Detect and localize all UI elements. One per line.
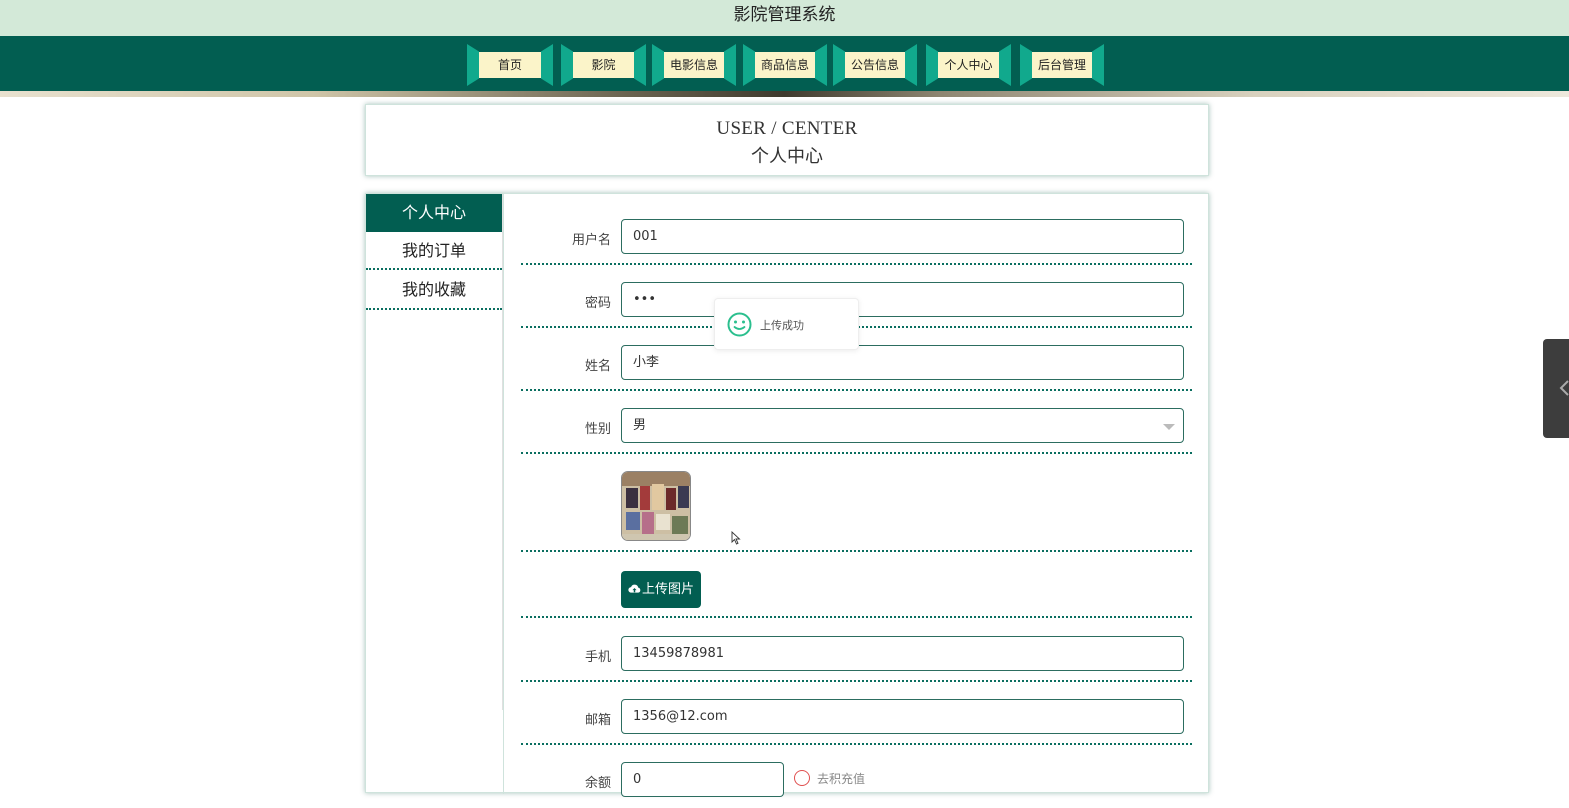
nav-item-movies[interactable]: 电影信息	[652, 44, 736, 86]
form-row-phone: 手机 13459878981	[521, 636, 1192, 682]
profile-form: 用户名 001 密码 ••• 姓名 小李 性别 男 上传图片 手机 134598…	[503, 194, 1210, 797]
nav-wing-left	[1020, 44, 1032, 86]
nav-item-label: 公告信息	[845, 52, 905, 78]
form-row-upload: 上传图片	[521, 569, 1192, 618]
nav-wing-right	[1092, 44, 1104, 86]
page-title-en: USER / CENTER	[716, 118, 858, 139]
nav-item-label: 电影信息	[664, 52, 724, 78]
error-icon	[794, 770, 810, 786]
username-label: 用户名	[571, 233, 611, 248]
gender-value: 男	[633, 418, 647, 433]
name-label: 姓名	[584, 359, 611, 374]
nav-item-label: 后台管理	[1032, 52, 1092, 78]
nav-wing-left	[467, 44, 479, 86]
banner-image	[0, 91, 1569, 97]
nav-wing-left	[561, 44, 573, 86]
gender-select[interactable]: 男	[621, 408, 1184, 443]
app-title-bar: 影院管理系统	[0, 0, 1569, 36]
name-input[interactable]: 小李	[621, 345, 1184, 380]
chevron-down-icon	[1163, 424, 1175, 430]
nav-wing-left	[652, 44, 664, 86]
form-row-gender: 性别 男	[521, 408, 1192, 454]
profile-panel: 个人中心 我的订单 我的收藏 用户名 001 密码 ••• 姓名 小李 性别 男	[365, 193, 1210, 797]
form-row-balance: 余额 0 去积充值	[521, 762, 1192, 808]
chevron-left-icon	[1559, 380, 1569, 396]
side-drawer-handle[interactable]	[1543, 339, 1569, 438]
email-label: 邮箱	[584, 713, 611, 728]
password-input[interactable]: •••	[621, 282, 1184, 317]
recharge-link[interactable]: 去积充值	[817, 770, 865, 787]
avatar-image	[621, 471, 691, 541]
form-row-username: 用户名 001	[521, 219, 1192, 265]
smile-icon	[727, 312, 752, 337]
app-title: 影院管理系统	[733, 5, 836, 25]
nav-wing-left	[926, 44, 938, 86]
sidebar-item-profile[interactable]: 个人中心	[366, 194, 502, 232]
nav-item-label: 商品信息	[755, 52, 815, 78]
email-input[interactable]: 1356@12.com	[621, 699, 1184, 734]
phone-input[interactable]: 13459878981	[621, 636, 1184, 671]
nav-wing-right	[724, 44, 736, 86]
nav-wing-right	[905, 44, 917, 86]
nav-wing-right	[815, 44, 827, 86]
cloud-upload-icon	[628, 584, 641, 593]
nav-item-cinema[interactable]: 影院	[561, 44, 646, 86]
upload-image-button[interactable]: 上传图片	[621, 571, 701, 608]
gender-label: 性别	[584, 422, 611, 437]
form-row-email: 邮箱 1356@12.com	[521, 699, 1192, 745]
phone-label: 手机	[584, 650, 611, 665]
upload-success-toast: 上传成功	[714, 298, 859, 350]
nav-item-admin[interactable]: 后台管理	[1020, 44, 1104, 86]
password-label: 密码	[584, 296, 611, 311]
page-title: 个人中心	[751, 146, 823, 167]
form-row-avatar	[521, 471, 1192, 552]
balance-input[interactable]: 0	[621, 762, 784, 797]
nav-item-label: 首页	[479, 52, 541, 78]
sidebar-item-favorites[interactable]: 我的收藏	[366, 270, 502, 310]
mouse-cursor-icon	[731, 531, 741, 545]
upload-button-label: 上传图片	[641, 582, 694, 597]
nav-wing-right	[999, 44, 1011, 86]
nav-wing-right	[634, 44, 646, 86]
page-header: USER / CENTER 个人中心	[365, 104, 1209, 176]
avatar-photo	[622, 472, 690, 540]
nav-wing-left	[743, 44, 755, 86]
nav-item-products[interactable]: 商品信息	[743, 44, 827, 86]
nav-item-label: 影院	[573, 52, 634, 78]
toast-message: 上传成功	[760, 319, 804, 332]
sidebar: 个人中心 我的订单 我的收藏	[366, 194, 503, 710]
nav-item-notices[interactable]: 公告信息	[833, 44, 917, 86]
username-input[interactable]: 001	[621, 219, 1184, 254]
nav-item-home[interactable]: 首页	[467, 44, 553, 86]
form-row-name: 姓名 小李	[521, 345, 1192, 391]
nav-item-label: 个人中心	[938, 52, 999, 78]
nav-item-profile[interactable]: 个人中心	[926, 44, 1011, 86]
balance-label: 余额	[584, 776, 611, 791]
sidebar-item-orders[interactable]: 我的订单	[366, 232, 502, 270]
nav-wing-left	[833, 44, 845, 86]
nav-wing-right	[541, 44, 553, 86]
